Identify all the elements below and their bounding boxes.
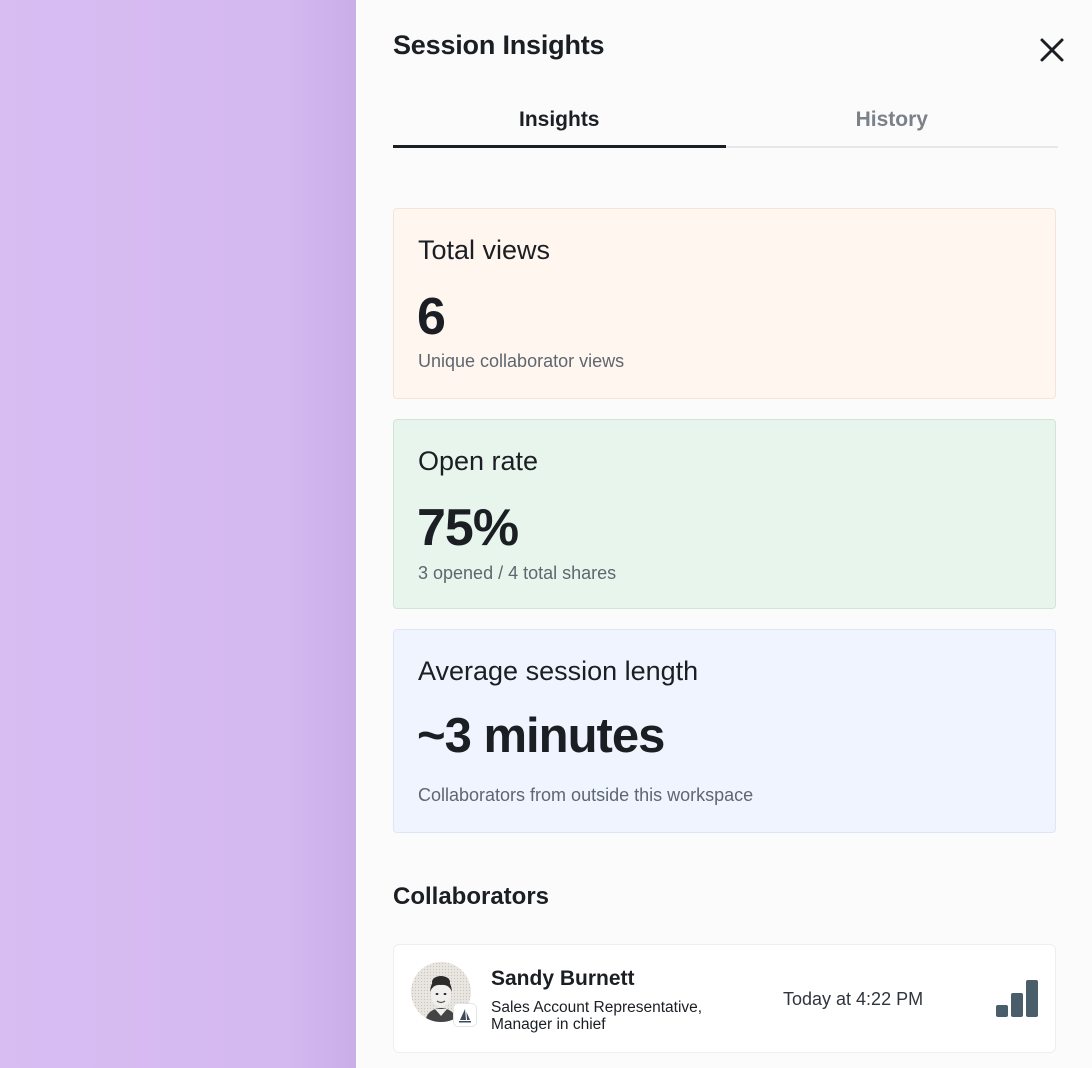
card-subtitle: Collaborators from outside this workspac… <box>418 785 754 805</box>
tab-insights[interactable]: Insights <box>393 96 726 148</box>
open-rate-card: Open rate 75% 3 opened / 4 total shares <box>393 419 1056 609</box>
close-icon <box>1040 38 1064 62</box>
company-logo-icon <box>454 1004 476 1026</box>
close-button[interactable] <box>1036 34 1068 66</box>
collaborator-role: Sales Account Representative, Manager in… <box>491 999 703 1033</box>
card-subtitle: Unique collaborator views <box>418 351 625 371</box>
session-insights-panel: Session Insights Insights History Total … <box>356 0 1092 1068</box>
collaborators-heading: Collaborators <box>393 883 550 910</box>
card-subtitle: 3 opened / 4 total shares <box>418 563 617 583</box>
collaborator-row[interactable]: Sandy Burnett Sales Account Representati… <box>393 944 1056 1053</box>
card-label: Open rate <box>418 446 539 476</box>
overlay-backdrop[interactable] <box>0 0 356 1068</box>
last-viewed-time: Today at 4:22 PM <box>783 989 924 1009</box>
collaborator-name: Sandy Burnett <box>491 967 635 990</box>
card-value: 6 <box>417 288 446 346</box>
panel-title: Session Insights <box>393 30 605 60</box>
tab-history[interactable]: History <box>726 96 1059 146</box>
average-session-card: Average session length ~3 minutes Collab… <box>393 629 1056 833</box>
tab-bar: Insights History <box>393 96 1058 148</box>
card-value: 75% <box>417 499 519 557</box>
total-views-card: Total views 6 Unique collaborator views <box>393 208 1056 399</box>
card-value: ~3 minutes <box>417 709 665 763</box>
card-label: Average session length <box>418 656 699 686</box>
card-label: Total views <box>418 235 551 265</box>
signal-bars-icon <box>996 979 1042 1019</box>
